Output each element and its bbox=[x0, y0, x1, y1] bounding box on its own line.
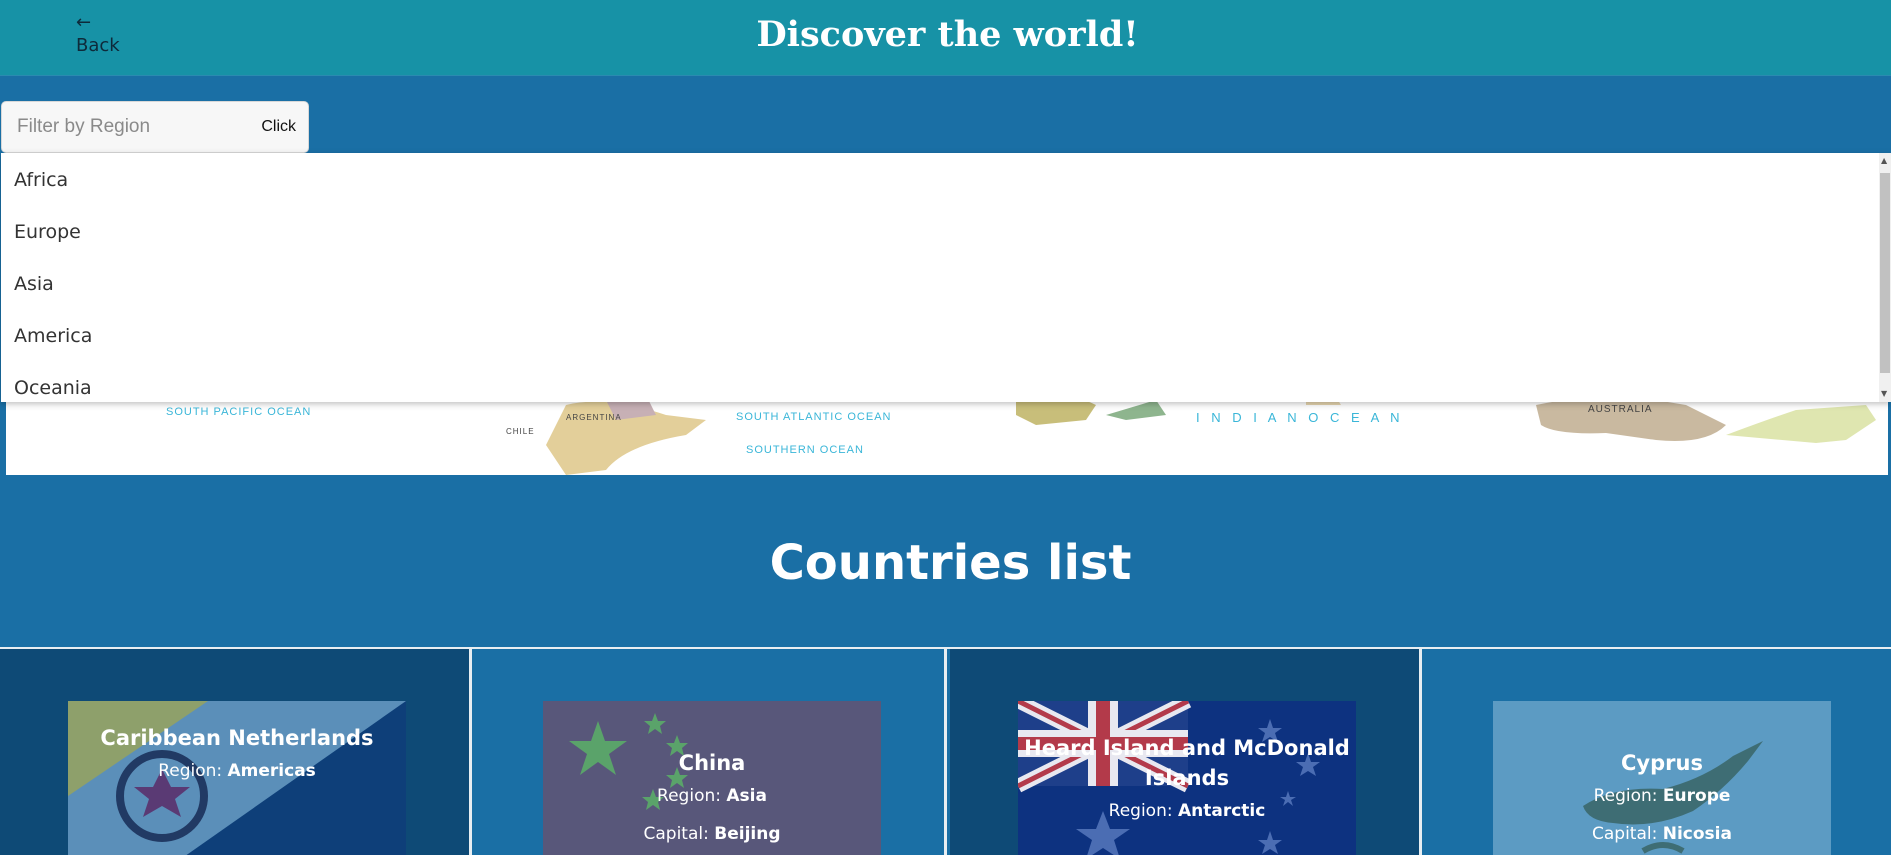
country-name: Cyprus bbox=[1621, 751, 1703, 775]
dropdown-option-asia[interactable]: Asia bbox=[14, 273, 54, 295]
region-label: Region: bbox=[158, 761, 228, 781]
region-value: Europe bbox=[1662, 786, 1731, 806]
page-title: Discover the world! bbox=[756, 14, 1139, 55]
country-region-line: Region: Antarctic bbox=[1018, 799, 1356, 823]
region-label: Region: bbox=[1593, 786, 1663, 806]
dropdown-option-africa[interactable]: Africa bbox=[14, 169, 68, 191]
filter-click-label[interactable]: Click bbox=[261, 118, 296, 136]
country-cards-row: Caribbean Netherlands Region: Americas C… bbox=[0, 647, 1891, 855]
country-info: Caribbean Netherlands Region: Americas bbox=[68, 701, 406, 783]
capital-label: Capital: bbox=[643, 824, 715, 844]
country-capital-line: Capital: Beijing bbox=[543, 822, 881, 846]
region-value: Americas bbox=[227, 761, 316, 781]
country-region-line: Region: Europe bbox=[1493, 784, 1831, 808]
country-name: Heard Island and McDonald Islands bbox=[1024, 736, 1350, 790]
map-label: SOUTH ATLANTIC OCEAN bbox=[736, 411, 892, 423]
map-label: CHILE bbox=[506, 427, 535, 436]
country-capital-line: Capital: Nicosia bbox=[1493, 822, 1831, 846]
scroll-down-icon[interactable]: ▼ bbox=[1881, 389, 1887, 399]
country-name: China bbox=[678, 751, 746, 775]
country-name: Caribbean Netherlands bbox=[100, 726, 374, 750]
scroll-up-icon[interactable]: ▲ bbox=[1881, 156, 1887, 166]
region-dropdown-list[interactable]: Africa Europe Asia America Oceania ▲ ▼ bbox=[1, 153, 1891, 402]
capital-value: Beijing bbox=[714, 824, 781, 844]
country-region-line: Region: Americas bbox=[68, 759, 406, 783]
map-label: AUSTRALIA bbox=[1588, 404, 1653, 415]
dropdown-option-europe[interactable]: Europe bbox=[14, 221, 81, 243]
country-card[interactable]: Heard Island and McDonald Islands Region… bbox=[950, 649, 1422, 855]
countries-list-title: Countries list bbox=[769, 535, 1132, 591]
dropdown-option-america[interactable]: America bbox=[14, 325, 92, 347]
map-label: ARGENTINA bbox=[566, 413, 622, 422]
map-label: SOUTHERN OCEAN bbox=[746, 444, 864, 456]
region-label: Region: bbox=[1108, 801, 1178, 821]
country-card[interactable]: Cyprus Region: Europe Capital: Nicosia bbox=[1425, 649, 1891, 855]
country-region-line: Region: Asia bbox=[543, 784, 881, 808]
country-info: Cyprus Region: Europe Capital: Nicosia bbox=[1493, 701, 1831, 846]
region-value: Antarctic bbox=[1177, 801, 1266, 821]
country-card[interactable]: China Region: Asia Capital: Beijing bbox=[475, 649, 947, 855]
country-info: Heard Island and McDonald Islands Region… bbox=[1018, 701, 1356, 823]
dropdown-option-oceania[interactable]: Oceania bbox=[14, 377, 92, 399]
region-value: Asia bbox=[726, 786, 767, 806]
country-info: China Region: Asia Capital: Beijing bbox=[543, 701, 881, 846]
new-zealand-shape bbox=[1726, 405, 1876, 443]
map-label: I N D I A N O C E A N bbox=[1196, 410, 1404, 425]
country-card[interactable]: Caribbean Netherlands Region: Americas bbox=[0, 649, 472, 855]
dropdown-scrollbar[interactable]: ▲ ▼ bbox=[1879, 153, 1891, 402]
top-bar: ← Back Discover the world! bbox=[0, 0, 1891, 76]
map-label: SOUTH PACIFIC OCEAN bbox=[166, 406, 312, 418]
region-filter-select[interactable]: Filter by Region Click bbox=[1, 101, 309, 153]
region-label: Region: bbox=[657, 786, 727, 806]
africa-east-shape bbox=[1106, 400, 1166, 420]
filter-placeholder: Filter by Region bbox=[17, 116, 151, 137]
capital-label: Capital: bbox=[1592, 824, 1663, 844]
scrollbar-thumb[interactable] bbox=[1880, 173, 1890, 373]
capital-value: Nicosia bbox=[1662, 824, 1732, 844]
